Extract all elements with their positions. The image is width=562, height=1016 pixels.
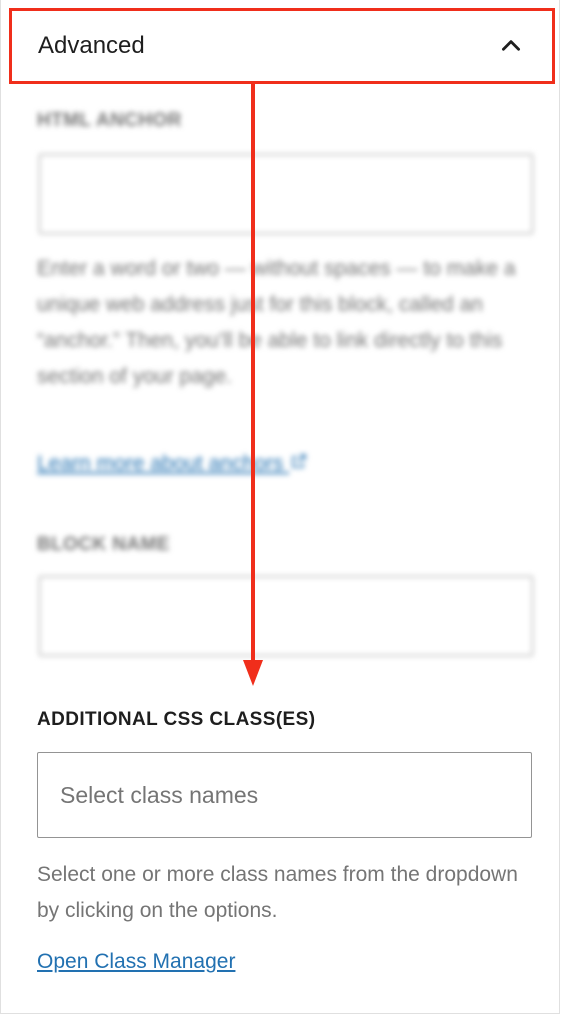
html-anchor-input[interactable]: [39, 154, 533, 234]
block-name-input[interactable]: [39, 576, 533, 656]
external-link-icon: [292, 454, 306, 468]
css-classes-placeholder: Select class names: [60, 782, 259, 808]
chevron-up-icon: [502, 40, 520, 51]
learn-more-anchors-link[interactable]: Learn more about anchors: [37, 452, 306, 476]
html-anchor-label: HTML ANCHOR: [37, 110, 182, 131]
advanced-panel-toggle[interactable]: Advanced: [9, 8, 555, 84]
css-classes-label: ADDITIONAL CSS CLASS(ES): [37, 709, 316, 730]
html-anchor-help: Enter a word or two — without spaces — t…: [37, 257, 516, 388]
learn-more-anchors-label: Learn more about anchors: [37, 452, 284, 475]
advanced-panel: Advanced HTML ANCHOR Enter a word or two…: [0, 0, 560, 1014]
css-classes-select[interactable]: Select class names: [37, 752, 532, 838]
css-classes-help: Select one or more class names from the …: [37, 863, 518, 922]
block-name-label: BLOCK NAME: [37, 534, 170, 555]
open-class-manager-link[interactable]: Open Class Manager: [37, 950, 235, 974]
panel-title: Advanced: [38, 32, 145, 59]
